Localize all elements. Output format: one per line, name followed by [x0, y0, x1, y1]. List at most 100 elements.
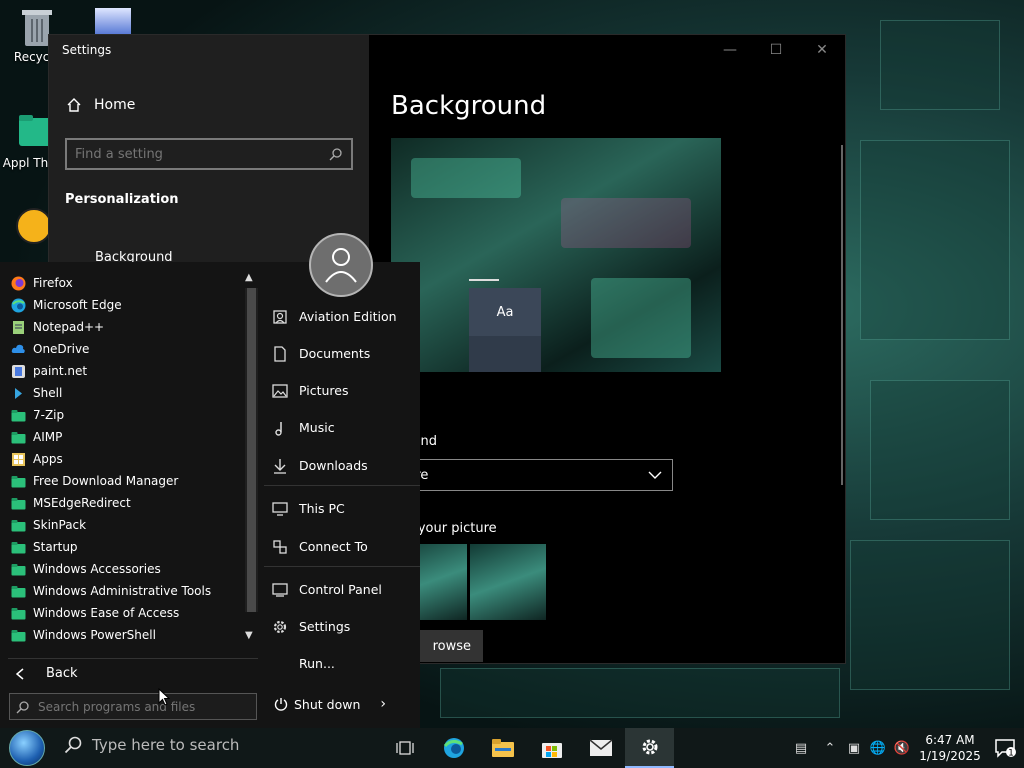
program-label: OneDrive [33, 342, 90, 356]
preview-tile-text: Aa [469, 288, 541, 336]
start-right-item[interactable]: This PC [264, 490, 420, 527]
shutdown-label: Shut down [294, 696, 361, 712]
program-item[interactable]: Windows PowerShell [0, 624, 240, 646]
shutdown-button[interactable]: Shut down › [274, 696, 386, 712]
start-right-label: Downloads [299, 458, 368, 473]
program-item[interactable]: Microsoft Edge [0, 294, 240, 316]
find-setting-input[interactable] [75, 146, 329, 162]
folder-icon [11, 628, 26, 643]
program-item[interactable]: Startup [0, 536, 240, 558]
scroll-up-icon[interactable]: ▲ [245, 272, 253, 283]
file-explorer-icon[interactable] [478, 728, 527, 768]
start-right-label: Connect To [299, 539, 368, 554]
program-item[interactable]: Shell [0, 382, 240, 404]
wallpaper-panel [860, 140, 1010, 340]
start-right-item[interactable]: Connect To [264, 527, 420, 567]
program-item[interactable]: OneDrive [0, 338, 240, 360]
program-item[interactable]: SkinPack [0, 514, 240, 536]
picture-thumbnail[interactable] [470, 544, 546, 620]
cloud-icon [11, 342, 26, 357]
program-item[interactable]: Windows Ease of Access [0, 602, 240, 624]
program-item[interactable]: Notepad++ [0, 316, 240, 338]
aimp-shortcut-icon[interactable] [16, 208, 52, 244]
desktop-shortcut-icon[interactable] [95, 8, 131, 34]
mail-icon[interactable] [576, 728, 625, 768]
back-button[interactable]: Back [16, 666, 78, 681]
start-right-label: Run... [299, 656, 335, 671]
folder-icon [11, 518, 26, 533]
clock[interactable]: 6:47 AM 1/19/2025 [914, 732, 986, 764]
start-search-box[interactable] [9, 693, 257, 720]
taskbar-apps [380, 728, 674, 768]
program-label: 7-Zip [33, 408, 65, 422]
program-item[interactable]: Apps [0, 448, 240, 470]
home-nav[interactable]: Home [66, 97, 135, 113]
window-controls: — ☐ ✕ [707, 35, 845, 65]
folder-icon [11, 584, 26, 599]
meet-now-icon[interactable]: ▣ [842, 741, 866, 756]
wallpaper-panel [870, 380, 1010, 520]
preview-glow [411, 158, 521, 198]
news-icon[interactable]: ▤ [784, 741, 818, 756]
home-icon [67, 98, 81, 112]
program-item[interactable]: Firefox [0, 272, 240, 294]
program-label: MSEdgeRedirect [33, 496, 131, 510]
user-icon [325, 248, 357, 283]
clock-date: 1/19/2025 [919, 749, 981, 763]
preview-glow [561, 198, 691, 248]
taskbar-search[interactable]: Type here to search [64, 736, 239, 754]
folder-icon [11, 540, 26, 555]
close-icon[interactable]: ✕ [799, 35, 845, 65]
chevron-up-icon[interactable]: ⌃ [818, 741, 842, 756]
program-item[interactable]: Free Download Manager [0, 470, 240, 492]
minimize-icon[interactable]: — [707, 35, 753, 65]
globe-icon[interactable]: 🌐 [866, 741, 890, 756]
program-label: Shell [33, 386, 63, 400]
background-preview: Aa [391, 138, 721, 372]
shell-icon [11, 386, 26, 401]
program-item[interactable]: AIMP [0, 426, 240, 448]
start-search-input[interactable] [38, 699, 238, 714]
program-label: AIMP [33, 430, 63, 444]
store-icon[interactable] [527, 728, 576, 768]
notification-count: 1 [1008, 749, 1014, 759]
task-view-icon[interactable] [380, 728, 429, 768]
edge-icon[interactable] [429, 728, 478, 768]
document-icon [271, 345, 289, 362]
program-item[interactable]: 7-Zip [0, 404, 240, 426]
start-right-item[interactable]: Run... [264, 645, 420, 682]
chevron-left-icon [16, 667, 24, 680]
start-right-item[interactable]: Documents [264, 335, 420, 372]
program-item[interactable]: MSEdgeRedirect [0, 492, 240, 514]
program-label: Apps [33, 452, 63, 466]
find-setting-box[interactable] [65, 138, 353, 170]
preview-taskbar [469, 279, 499, 281]
start-right-item[interactable]: Settings [264, 608, 420, 645]
start-right-item[interactable]: Aviation Edition [264, 298, 420, 335]
start-right-item[interactable]: Music [264, 409, 420, 446]
scroll-down-icon[interactable]: ▼ [245, 630, 253, 641]
chevron-right-icon[interactable]: › [380, 696, 386, 712]
start-right-label: Aviation Edition [299, 309, 397, 324]
program-scrollbar[interactable] [245, 288, 258, 612]
program-item[interactable]: Windows Accessories [0, 558, 240, 580]
maximize-icon[interactable]: ☐ [753, 35, 799, 65]
start-right-item[interactable]: Control Panel [264, 571, 420, 608]
settings-scrollbar[interactable] [841, 145, 843, 485]
notification-center-icon[interactable]: 1 [986, 738, 1024, 758]
program-label: SkinPack [33, 518, 87, 532]
volume-muted-icon[interactable]: 🔇 [890, 741, 914, 756]
scroll-thumb[interactable] [247, 288, 256, 612]
start-right-item[interactable]: Downloads [264, 446, 420, 486]
program-label: Firefox [33, 276, 73, 290]
settings-icon[interactable] [625, 728, 674, 768]
search-icon [329, 148, 342, 161]
program-item[interactable]: Windows Administrative Tools [0, 580, 240, 602]
edge-icon [11, 298, 26, 313]
start-button[interactable] [9, 730, 45, 766]
program-item[interactable]: paint.net [0, 360, 240, 382]
background-dropdown[interactable]: ture [391, 459, 673, 491]
user-avatar[interactable] [309, 233, 373, 297]
folder-icon [11, 606, 26, 621]
start-right-item[interactable]: Pictures [264, 372, 420, 409]
